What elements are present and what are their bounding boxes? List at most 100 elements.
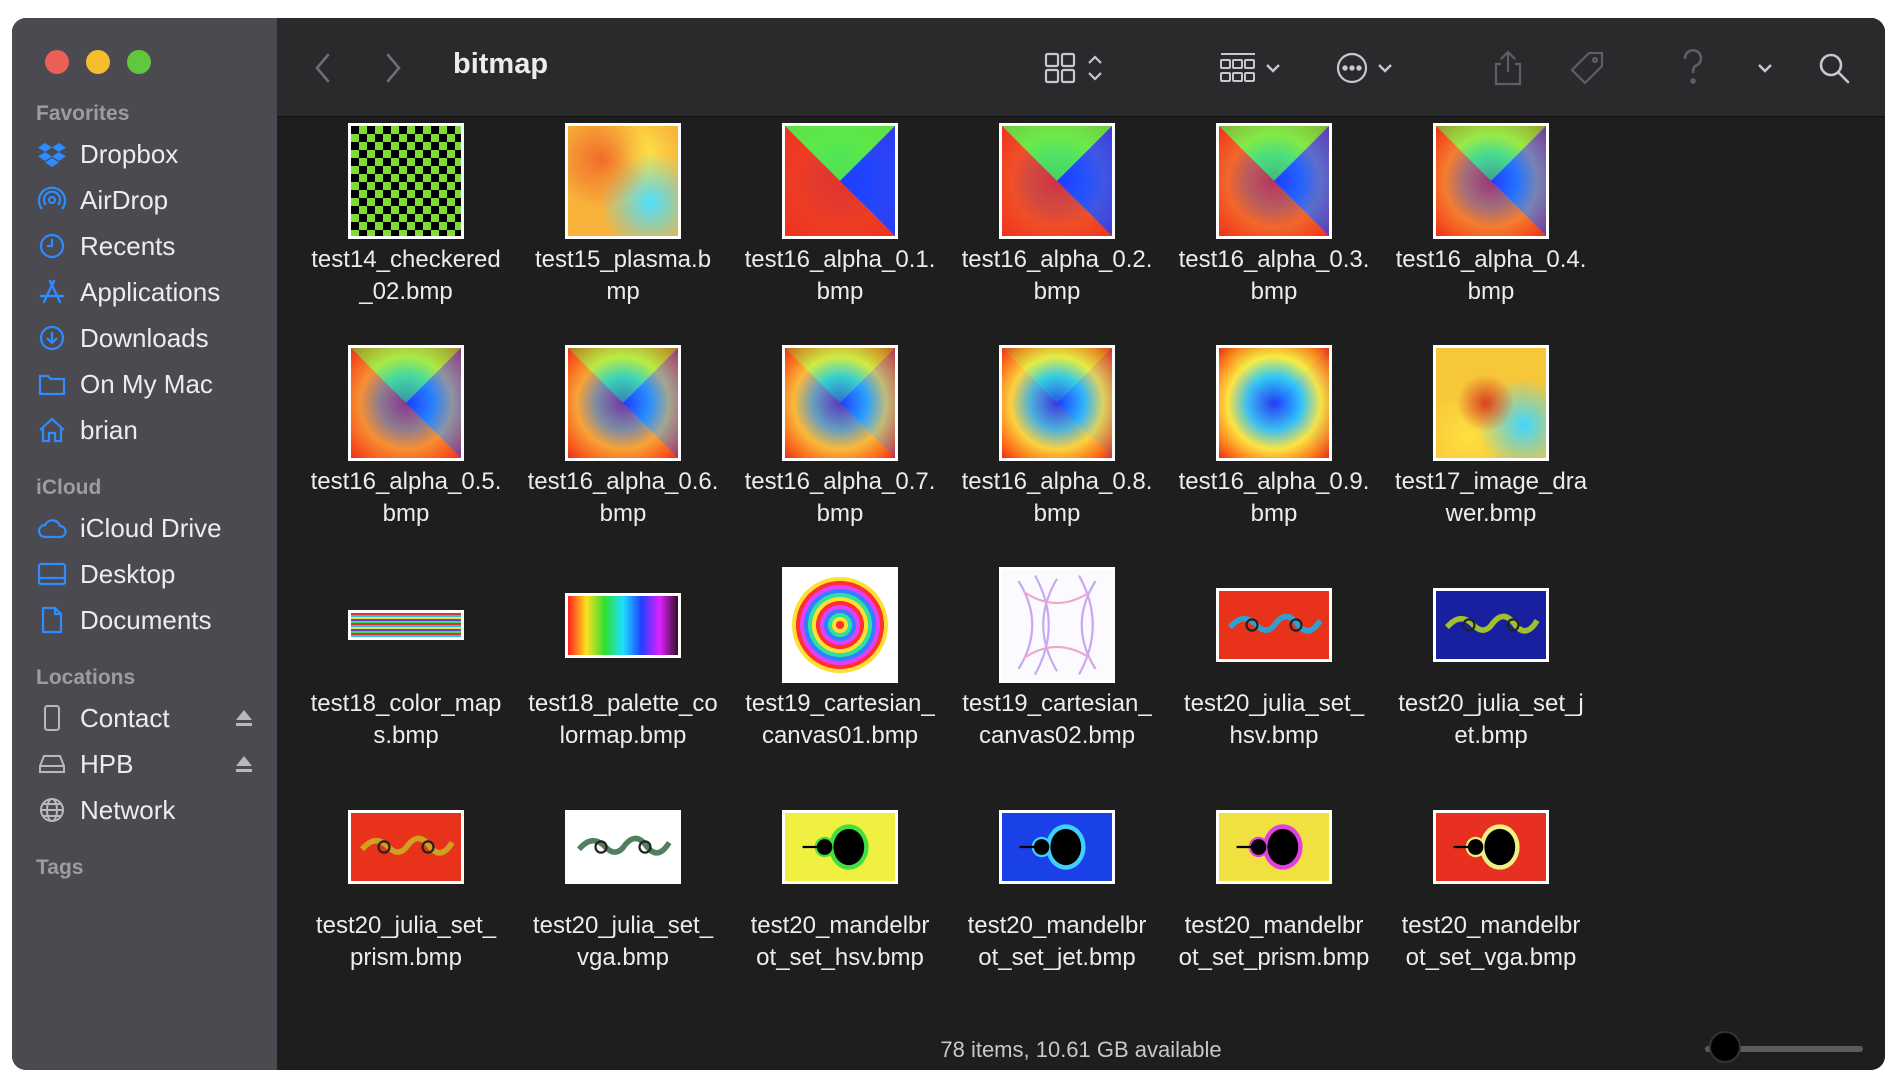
file-item[interactable]: test20_julia_set_ vga.bmp	[514, 788, 732, 998]
file-name[interactable]: test20_julia_set_j et.bmp	[1382, 688, 1600, 752]
file-item[interactable]: test20_julia_set_j et.bmp	[1382, 566, 1600, 776]
forward-button[interactable]	[383, 46, 403, 90]
file-name[interactable]: test20_mandelbr ot_set_hsv.bmp	[731, 910, 949, 974]
file-item[interactable]: test16_alpha_0.7. bmp	[731, 344, 949, 554]
file-item[interactable]: test16_alpha_0.8. bmp	[948, 344, 1166, 554]
view-mode-button[interactable]	[1043, 46, 1105, 90]
file-thumbnail[interactable]	[348, 810, 464, 884]
file-item[interactable]: test15_plasma.b mp	[514, 122, 732, 332]
eject-icon[interactable]	[235, 754, 253, 774]
more-toolbar-button[interactable]	[1755, 46, 1775, 90]
file-item[interactable]: test20_julia_set_ hsv.bmp	[1165, 566, 1383, 776]
file-item[interactable]: test20_mandelbr ot_set_jet.bmp	[948, 788, 1166, 998]
file-name[interactable]: test20_julia_set_ hsv.bmp	[1165, 688, 1383, 752]
file-name[interactable]: test18_palette_co lormap.bmp	[514, 688, 732, 752]
sidebar-item-contact[interactable]: Contact	[36, 696, 261, 740]
file-name[interactable]: test16_alpha_0.8. bmp	[948, 466, 1166, 530]
zoom-button[interactable]	[127, 50, 151, 74]
file-name[interactable]: test16_alpha_0.4. bmp	[1382, 244, 1600, 308]
file-thumbnail[interactable]	[1216, 810, 1332, 884]
file-item[interactable]: test20_julia_set_ prism.bmp	[297, 788, 515, 998]
file-name[interactable]: test20_mandelbr ot_set_jet.bmp	[948, 910, 1166, 974]
file-thumbnail[interactable]	[1216, 345, 1332, 461]
sidebar-item-brian[interactable]: brian	[36, 408, 261, 452]
file-item[interactable]: test16_alpha_0.6. bmp	[514, 344, 732, 554]
sidebar-item-dropbox[interactable]: Dropbox	[36, 132, 261, 176]
file-thumbnail[interactable]	[565, 345, 681, 461]
eject-icon[interactable]	[235, 708, 253, 728]
file-thumbnail[interactable]	[565, 592, 681, 658]
file-item[interactable]: test17_image_dra wer.bmp	[1382, 344, 1600, 554]
file-item[interactable]: test20_mandelbr ot_set_prism.bmp	[1165, 788, 1383, 998]
file-thumbnail[interactable]	[348, 123, 464, 239]
sidebar-item-desktop[interactable]: Desktop	[36, 552, 261, 596]
file-thumbnail[interactable]	[999, 567, 1115, 683]
action-button[interactable]	[1335, 46, 1395, 90]
search-button[interactable]	[1817, 46, 1851, 90]
sidebar-item-network[interactable]: Network	[36, 788, 261, 832]
file-thumbnail[interactable]	[565, 123, 681, 239]
file-thumbnail[interactable]	[1433, 123, 1549, 239]
file-name[interactable]: test16_alpha_0.2. bmp	[948, 244, 1166, 308]
group-button[interactable]	[1219, 46, 1283, 90]
sidebar-item-applications[interactable]: Applications	[36, 270, 261, 314]
file-item[interactable]: test16_alpha_0.5. bmp	[297, 344, 515, 554]
file-name[interactable]: test18_color_map s.bmp	[297, 688, 515, 752]
file-name[interactable]: test17_image_dra wer.bmp	[1382, 466, 1600, 530]
file-name[interactable]: test20_mandelbr ot_set_prism.bmp	[1165, 910, 1383, 974]
close-button[interactable]	[45, 50, 69, 74]
file-thumbnail[interactable]	[348, 610, 464, 640]
file-item[interactable]: test20_mandelbr ot_set_vga.bmp	[1382, 788, 1600, 998]
file-thumbnail[interactable]	[782, 810, 898, 884]
file-thumbnail[interactable]	[1216, 588, 1332, 662]
tag-button[interactable]	[1569, 46, 1605, 90]
file-item[interactable]: test14_checkered _02.bmp	[297, 122, 515, 332]
share-button[interactable]	[1493, 46, 1523, 90]
back-button[interactable]	[313, 46, 333, 90]
sidebar-item-documents[interactable]: Documents	[36, 598, 261, 642]
minimize-button[interactable]	[86, 50, 110, 74]
file-item[interactable]: test16_alpha_0.9. bmp	[1165, 344, 1383, 554]
file-name[interactable]: test19_cartesian_ canvas01.bmp	[731, 688, 949, 752]
file-name[interactable]: test16_alpha_0.7. bmp	[731, 466, 949, 530]
file-name[interactable]: test15_plasma.b mp	[514, 244, 732, 308]
file-item[interactable]: test18_color_map s.bmp	[297, 566, 515, 776]
file-name[interactable]: test20_julia_set_ vga.bmp	[514, 910, 732, 974]
file-name[interactable]: test19_cartesian_ canvas02.bmp	[948, 688, 1166, 752]
file-name[interactable]: test20_julia_set_ prism.bmp	[297, 910, 515, 974]
sidebar-item-icloud-drive[interactable]: iCloud Drive	[36, 506, 261, 550]
file-thumbnail[interactable]	[1433, 810, 1549, 884]
file-item[interactable]: test16_alpha_0.2. bmp	[948, 122, 1166, 332]
file-name[interactable]: test16_alpha_0.3. bmp	[1165, 244, 1383, 308]
icon-size-slider-knob[interactable]	[1709, 1031, 1742, 1063]
file-thumbnail[interactable]	[782, 345, 898, 461]
file-name[interactable]: test16_alpha_0.5. bmp	[297, 466, 515, 530]
file-name[interactable]: test16_alpha_0.6. bmp	[514, 466, 732, 530]
file-item[interactable]: test19_cartesian_ canvas02.bmp	[948, 566, 1166, 776]
file-thumbnail[interactable]	[782, 567, 898, 683]
file-thumbnail[interactable]	[565, 810, 681, 884]
file-name[interactable]: test16_alpha_0.9. bmp	[1165, 466, 1383, 530]
file-name[interactable]: test16_alpha_0.1. bmp	[731, 244, 949, 308]
file-thumbnail[interactable]	[999, 810, 1115, 884]
sidebar-item-airdrop[interactable]: AirDrop	[36, 178, 261, 222]
file-item[interactable]: test19_cartesian_ canvas01.bmp	[731, 566, 949, 776]
file-thumbnail[interactable]	[348, 345, 464, 461]
sidebar-item-downloads[interactable]: Downloads	[36, 316, 261, 360]
help-button[interactable]	[1681, 46, 1705, 90]
file-thumbnail[interactable]	[1216, 123, 1332, 239]
file-thumbnail[interactable]	[782, 123, 898, 239]
file-thumbnail[interactable]	[999, 123, 1115, 239]
file-item[interactable]: test20_mandelbr ot_set_hsv.bmp	[731, 788, 949, 998]
sidebar-item-on-my-mac[interactable]: On My Mac	[36, 362, 261, 406]
file-item[interactable]: test16_alpha_0.1. bmp	[731, 122, 949, 332]
file-item[interactable]: test16_alpha_0.4. bmp	[1382, 122, 1600, 332]
file-thumbnail[interactable]	[1433, 345, 1549, 461]
sidebar-item-recents[interactable]: Recents	[36, 224, 261, 268]
file-item[interactable]: test18_palette_co lormap.bmp	[514, 566, 732, 776]
file-name[interactable]: test20_mandelbr ot_set_vga.bmp	[1382, 910, 1600, 974]
sidebar-item-hpb[interactable]: HPB	[36, 742, 261, 786]
file-item[interactable]: test16_alpha_0.3. bmp	[1165, 122, 1383, 332]
file-name[interactable]: test14_checkered _02.bmp	[297, 244, 515, 308]
file-thumbnail[interactable]	[999, 345, 1115, 461]
